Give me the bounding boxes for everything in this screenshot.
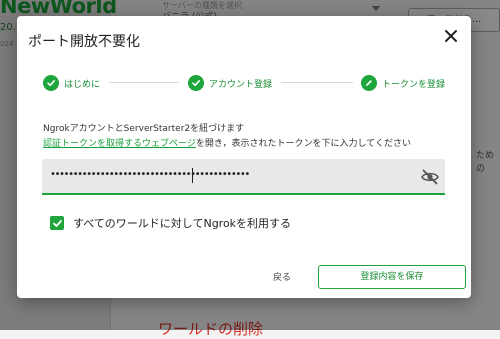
token-value[interactable]: ••••••••••••••••••••••••••••••••••••••••… xyxy=(50,169,250,180)
check-icon xyxy=(43,75,59,91)
use-ngrok-all-worlds-checkbox[interactable]: すべてのワールドに対してNgrokを利用する xyxy=(50,215,291,231)
close-button[interactable] xyxy=(439,24,463,48)
pencil-icon xyxy=(361,75,377,91)
step-connector xyxy=(109,82,179,83)
save-button[interactable]: 登録内容を保存 xyxy=(318,265,466,289)
checkbox-checked-icon[interactable] xyxy=(50,216,64,230)
eye-off-icon xyxy=(421,169,439,185)
step-label: トークンを登録 xyxy=(382,79,446,90)
step-label: アカウント登録 xyxy=(209,79,273,90)
port-forwarding-dialog: ポート開放不要化 はじめに アカウント登録 トークンを登録 Ngrokアカウント… xyxy=(17,16,471,298)
token-input[interactable]: ••••••••••••••••••••••••••••••••••••••••… xyxy=(42,159,445,195)
step-label: はじめに xyxy=(64,79,101,90)
close-icon xyxy=(445,30,457,42)
step-intro: はじめに xyxy=(43,74,100,92)
description-line-2: 認証トークンを取得するウェブページを開き，表示されたトークンを下に入力してくださ… xyxy=(43,136,411,149)
auth-token-link[interactable]: 認証トークンを取得するウェブページ xyxy=(43,139,196,149)
step-connector xyxy=(281,82,353,83)
toggle-visibility-button[interactable] xyxy=(420,167,440,187)
back-button[interactable]: 戻る xyxy=(273,270,291,283)
checkbox-label: すべてのワールドに対してNgrokを利用する xyxy=(73,217,292,230)
description-line-2-text: を開き，表示されたトークンを下に入力してください xyxy=(195,139,412,149)
step-token: トークンを登録 xyxy=(361,74,445,92)
check-icon xyxy=(188,75,204,91)
text-caret xyxy=(192,168,193,183)
step-account: アカウント登録 xyxy=(188,74,272,92)
dialog-title: ポート開放不要化 xyxy=(28,34,140,50)
description-line-1: NgrokアカウントとServerStarter2を紐づけます xyxy=(43,124,245,134)
